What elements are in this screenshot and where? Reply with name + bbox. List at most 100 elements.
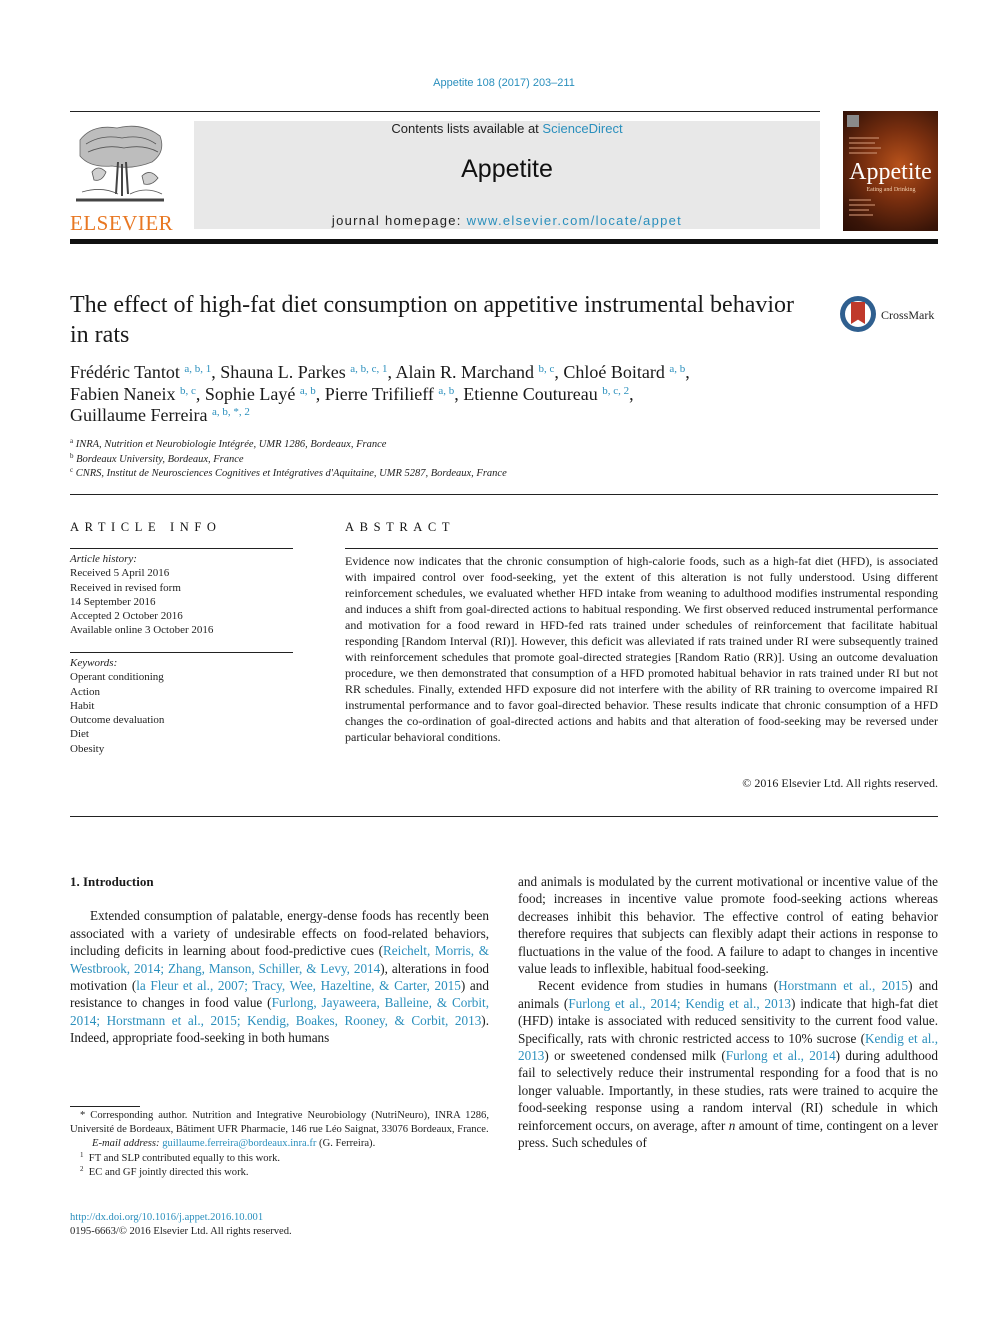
keywords: Keywords: Operant conditioning Action Ha… (70, 656, 293, 756)
crossmark-icon (840, 296, 876, 332)
cover-text-line (849, 199, 871, 201)
author-affiliation-marks[interactable]: a, b (669, 363, 685, 375)
body-column-right: and animals is modulated by the current … (518, 873, 938, 1152)
citation-link[interactable]: la Fleur et al., 2007; Tracy, Wee, Hazel… (136, 978, 461, 993)
author[interactable]: Frédéric Tantot a, b, 1 (70, 362, 211, 382)
article-history: Article history: Received 5 April 2016 R… (70, 552, 293, 638)
footnotes: * Corresponding author. Nutrition and In… (70, 1109, 489, 1180)
top-rule (70, 111, 820, 112)
cover-text-line (849, 214, 873, 216)
abstract-rule (345, 548, 938, 549)
citation-link[interactable]: Furlong et al., 2014 (726, 1048, 836, 1063)
body-column-left: 1. Introduction Extended consumption of … (70, 873, 489, 1047)
footnote-mark: 2 (80, 1164, 84, 1173)
author[interactable]: Shauna L. Parkes a, b, c, 1 (220, 362, 387, 382)
intro-paragraph: Extended consumption of palatable, energ… (70, 907, 489, 1046)
abstract-text: Evidence now indicates that the chronic … (345, 554, 938, 744)
abstract-heading: ABSTRACT (345, 520, 456, 534)
doi-block: http://dx.doi.org/10.1016/j.appet.2016.1… (70, 1211, 489, 1239)
keyword: Action (70, 685, 100, 698)
author-separator: , (387, 362, 396, 382)
body-text: Recent evidence from studies in humans ( (538, 978, 779, 994)
author[interactable]: Etienne Coutureau b, c, 2 (463, 384, 629, 404)
citation-link[interactable]: Furlong et al., 2014; Kendig et al., 201… (568, 996, 791, 1011)
journal-cover-image[interactable]: Appetite Eating and Drinking (843, 111, 938, 231)
affiliation-text: INRA, Nutrition et Neurobiologie Intégré… (75, 439, 387, 450)
crossmark-button[interactable]: CrossMark (840, 296, 940, 336)
issn-copyright: 0195-6663/© 2016 Elsevier Ltd. All right… (70, 1226, 292, 1238)
footnote-mark: 1 (80, 1150, 84, 1159)
intro-paragraph: Recent evidence from studies in humans (… (518, 977, 938, 1151)
affiliations: a INRA, Nutrition et Neurobiologie Intég… (70, 438, 770, 482)
email-label: E-mail address: (92, 1138, 163, 1150)
sciencedirect-link[interactable]: ScienceDirect (542, 121, 622, 136)
cover-text-line (849, 204, 875, 206)
section-rule (70, 816, 938, 817)
footnote-1: 1 FT and SLP contributed equally to this… (70, 1150, 489, 1166)
cover-publisher-badge (847, 115, 859, 127)
author-affiliation-marks[interactable]: a, b (438, 385, 454, 397)
article-history-label: Article history: (70, 553, 137, 565)
author-affiliation-marks[interactable]: a, b, c, 1 (350, 363, 387, 375)
history-item: Received in revised form (70, 581, 181, 594)
citation-link[interactable]: Horstmann et al., 2015 (778, 978, 908, 993)
doi-link[interactable]: http://dx.doi.org/10.1016/j.appet.2016.1… (70, 1212, 263, 1223)
author-separator: , (211, 362, 221, 382)
affiliation-text: CNRS, Institut de Neurosciences Cognitiv… (75, 468, 507, 479)
affiliation-mark: b (70, 451, 74, 460)
cover-text-line (849, 152, 877, 154)
affiliation-mark: c (70, 466, 74, 474)
article-info-rule (70, 548, 293, 549)
author-affiliation-marks[interactable]: a, b (300, 385, 316, 397)
author[interactable]: Pierre Trifilieff a, b (325, 384, 455, 404)
author[interactable]: Guillaume Ferreira a, b, *, 2 (70, 405, 250, 425)
crossmark-label: CrossMark (881, 308, 935, 322)
author-affiliation-marks[interactable]: a, b, *, 2 (212, 406, 250, 418)
article-info-heading: ARTICLE INFO (70, 520, 222, 534)
author[interactable]: Fabien Naneix b, c (70, 384, 196, 404)
keyword: Obesity (70, 742, 105, 755)
cover-text-line (849, 147, 881, 149)
history-item: Available online 3 October 2016 (70, 624, 214, 637)
keyword: Habit (70, 699, 95, 712)
journal-citation-link[interactable]: Appetite 108 (2017) 203–211 (433, 77, 575, 89)
running-head[interactable]: Appetite 108 (2017) 203–211 (0, 77, 992, 89)
history-item: 14 September 2016 (70, 595, 156, 608)
author-separator: , (195, 383, 205, 404)
cover-text-line (849, 137, 879, 139)
email-link[interactable]: guillaume.ferreira@bordeaux.inra.fr (162, 1138, 316, 1149)
contents-prefix: Contents lists available at (391, 121, 543, 136)
author-name: Chloé Boitard (563, 362, 665, 382)
author-affiliation-marks[interactable]: b, c, 2 (602, 385, 629, 397)
body-text: and animals is modulated by the current … (518, 874, 938, 977)
author-name: Guillaume Ferreira (70, 405, 208, 425)
elsevier-logo[interactable]: ELSEVIER (70, 118, 173, 236)
author-name: Etienne Coutureau (463, 383, 598, 404)
author[interactable]: Alain R. Marchand b, c (396, 362, 555, 382)
body-text: ) or sweetened condensed milk ( (544, 1048, 726, 1064)
journal-title: Appetite (461, 155, 553, 183)
journal-homepage-link[interactable]: www.elsevier.com/locate/appet (467, 213, 682, 228)
author[interactable]: Sophie Layé a, b (205, 384, 316, 404)
author-affiliation-marks[interactable]: a, b, 1 (184, 363, 211, 375)
elsevier-tree-icon (76, 125, 164, 202)
journal-masthead: Contents lists available at ScienceDirec… (194, 121, 820, 229)
author-name: Shauna L. Parkes (220, 362, 346, 382)
author-affiliation-marks[interactable]: b, c (180, 385, 196, 397)
corresponding-author-note: * Corresponding author. Nutrition and In… (70, 1110, 489, 1136)
author-separator: , (454, 383, 464, 404)
homepage-prefix: journal homepage: (331, 213, 467, 228)
author-name: Pierre Trifilieff (324, 383, 434, 404)
history-item: Received 5 April 2016 (70, 567, 170, 580)
affiliation-mark: a (70, 437, 74, 445)
header-thick-rule (70, 239, 938, 244)
keyword: Diet (70, 728, 89, 741)
author-affiliation-marks[interactable]: b, c (539, 363, 555, 375)
keyword: Operant conditioning (70, 671, 164, 684)
abstract-copyright: © 2016 Elsevier Ltd. All rights reserved… (742, 776, 938, 790)
author[interactable]: Chloé Boitard a, b (563, 362, 685, 382)
history-item: Accepted 2 October 2016 (70, 610, 183, 623)
author-separator: , (315, 383, 325, 404)
keywords-rule (70, 652, 293, 653)
affiliation: b Bordeaux University, Bordeaux, France (70, 451, 770, 468)
